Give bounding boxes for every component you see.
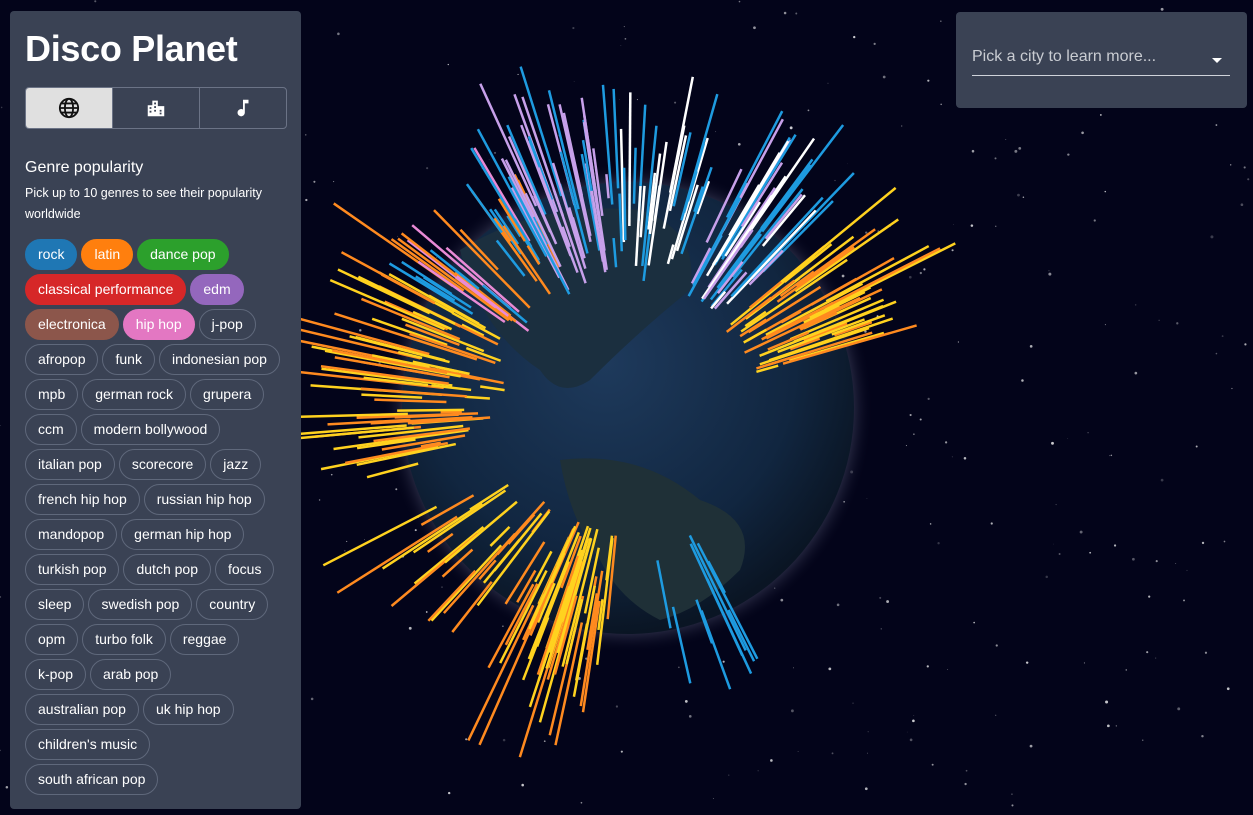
app-title: Disco Planet	[25, 28, 238, 69]
genre-chip[interactable]: j-pop	[198, 309, 256, 340]
genre-chip[interactable]: electronica	[25, 309, 119, 340]
genre-chip[interactable]: ccm	[25, 414, 77, 445]
genre-chip[interactable]: reggae	[169, 624, 240, 655]
genre-spike	[622, 167, 627, 241]
genre-chip[interactable]: country	[196, 589, 269, 620]
genre-chip[interactable]: focus	[214, 554, 275, 585]
tab-music[interactable]	[199, 88, 286, 128]
city-select-placeholder: Pick a city to learn more...	[972, 48, 1157, 65]
tab-cities[interactable]	[112, 88, 199, 128]
genre-spike	[628, 92, 632, 227]
genre-chip[interactable]: classical performance	[25, 274, 187, 305]
genre-chip[interactable]: scorecore	[118, 449, 207, 480]
genre-chip[interactable]: swedish pop	[88, 589, 193, 620]
genre-chip-list: rock latin dance pop classical performance e…	[25, 239, 287, 795]
genre-chip[interactable]: italian pop	[25, 449, 115, 480]
genre-chip[interactable]: german rock	[82, 379, 187, 410]
genre-chip[interactable]: funk	[102, 344, 155, 375]
genre-chip[interactable]: children's music	[25, 729, 151, 760]
genre-spike	[467, 604, 535, 741]
city-select[interactable]: Pick a city to learn more...	[972, 48, 1230, 76]
genre-chip[interactable]: indonesian pop	[158, 344, 280, 375]
city-icon	[147, 100, 165, 117]
genre-spike	[397, 408, 465, 412]
dropdown-arrow-icon[interactable]	[1212, 58, 1222, 63]
genre-chip[interactable]: edm	[190, 274, 244, 305]
genre-chip[interactable]: russian hip hop	[143, 484, 265, 515]
genre-chip[interactable]: afropop	[25, 344, 99, 375]
genre-chip[interactable]: grupera	[190, 379, 265, 410]
genre-chip[interactable]: south african pop	[25, 764, 159, 795]
genre-chip[interactable]: uk hip hop	[142, 694, 234, 725]
genre-chip[interactable]: turkish pop	[25, 554, 120, 585]
genre-section-subtitle: Pick up to 10 genres to see their popula…	[25, 186, 262, 221]
globe-icon	[58, 97, 80, 119]
city-picker-panel: Pick a city to learn more...	[956, 12, 1247, 108]
genre-chip[interactable]: arab pop	[90, 659, 172, 690]
genre-chip[interactable]: dance pop	[137, 239, 229, 270]
genre-spike	[632, 147, 637, 204]
view-toggle	[25, 87, 287, 129]
genre-chip[interactable]: rock	[25, 239, 78, 270]
genre-chip[interactable]: mpb	[25, 379, 79, 410]
genre-chip[interactable]: german hip hop	[121, 519, 245, 550]
genre-chip[interactable]: modern bollywood	[80, 414, 221, 445]
genre-chip[interactable]: australian pop	[25, 694, 139, 725]
genre-spike	[464, 395, 490, 400]
genre-chip[interactable]: hip hop	[122, 309, 195, 340]
tab-globe[interactable]	[26, 88, 112, 128]
genre-chip[interactable]: latin	[81, 239, 134, 270]
genre-chip[interactable]: opm	[25, 624, 79, 655]
genre-section-title: Genre popularity	[25, 159, 144, 176]
genre-chip[interactable]: french hip hop	[25, 484, 140, 515]
genre-chip[interactable]: sleep	[25, 589, 85, 620]
genre-chip[interactable]: dutch pop	[123, 554, 211, 585]
genre-chip[interactable]: k-pop	[25, 659, 87, 690]
genre-chip[interactable]: mandopop	[25, 519, 118, 550]
sidebar-panel: Disco Planet Genre popularity Pick up to…	[10, 11, 301, 809]
genre-chip[interactable]: turbo folk	[82, 624, 166, 655]
music-note-icon	[237, 99, 249, 117]
genre-spike	[761, 124, 845, 233]
genre-chip[interactable]: jazz	[210, 449, 262, 480]
